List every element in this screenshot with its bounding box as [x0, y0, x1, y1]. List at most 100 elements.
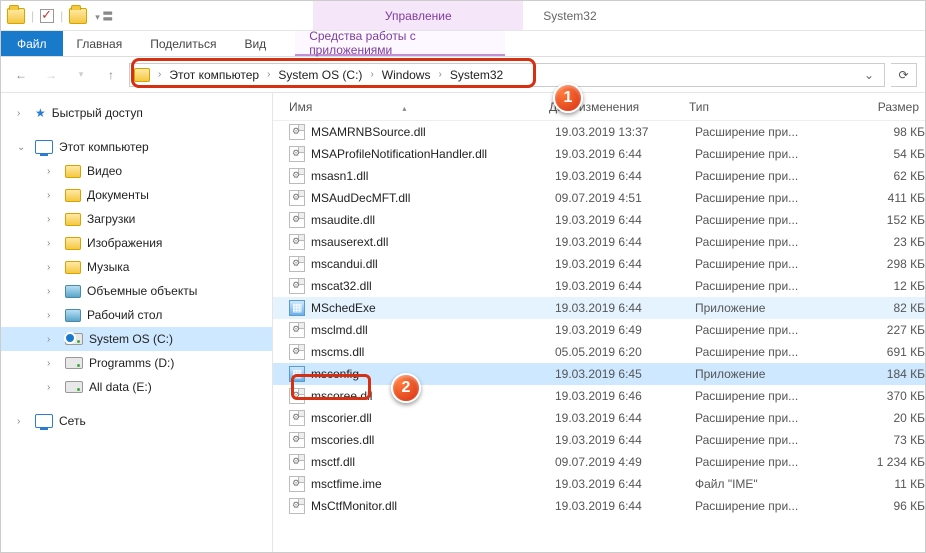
chevron-right-icon[interactable]: ›	[47, 166, 59, 177]
file-date: 19.03.2019 6:49	[555, 323, 695, 337]
tree-drive-d[interactable]: ›Programms (D:)	[1, 351, 272, 375]
file-row[interactable]: msconfig19.03.2019 6:45Приложение184 КБ	[273, 363, 925, 385]
chevron-right-icon[interactable]: ›	[47, 358, 59, 369]
tree-pictures[interactable]: › Изображения	[1, 231, 272, 255]
refresh-button[interactable]: ⟳	[891, 63, 917, 87]
tree-3d-objects[interactable]: ›Объемные объекты	[1, 279, 272, 303]
file-row[interactable]: msctfime.ime19.03.2019 6:44Файл "IME"11 …	[273, 473, 925, 495]
tree-label: Документы	[87, 188, 149, 202]
folder-icon[interactable]	[7, 8, 25, 24]
file-icon	[289, 300, 305, 316]
file-row[interactable]: mscories.dll19.03.2019 6:44Расширение пр…	[273, 429, 925, 451]
chevron-right-icon[interactable]: ›	[47, 310, 59, 321]
chevron-right-icon[interactable]: ›	[436, 69, 443, 80]
chevron-down-icon[interactable]: ⌄	[17, 142, 29, 153]
file-icon	[289, 454, 305, 470]
file-date: 19.03.2019 6:44	[555, 301, 695, 315]
file-size: 1 234 КБ	[845, 455, 925, 469]
drive-icon	[65, 381, 83, 393]
chevron-right-icon[interactable]: ›	[47, 262, 59, 273]
chevron-right-icon[interactable]: ›	[368, 69, 375, 80]
file-name: mscories.dll	[311, 433, 555, 447]
tree-network[interactable]: › Сеть	[1, 409, 272, 433]
folder-icon	[65, 261, 81, 274]
tree-desktop[interactable]: ›Рабочий стол	[1, 303, 272, 327]
chevron-right-icon[interactable]: ›	[17, 416, 29, 427]
chevron-right-icon[interactable]: ›	[265, 69, 272, 80]
chevron-right-icon[interactable]: ›	[156, 69, 163, 80]
file-icon	[289, 212, 305, 228]
file-row[interactable]: MSAMRNBSource.dll19.03.2019 13:37Расшире…	[273, 121, 925, 143]
address-bar[interactable]: › Этот компьютер › System OS (C:) › Wind…	[129, 63, 885, 87]
column-name[interactable]: Имя▴	[289, 100, 549, 114]
file-icon	[289, 410, 305, 426]
file-date: 19.03.2019 13:37	[555, 125, 695, 139]
tree-label: Изображения	[87, 236, 162, 250]
chevron-right-icon[interactable]: ›	[47, 238, 59, 249]
file-date: 19.03.2019 6:44	[555, 499, 695, 513]
folder-icon[interactable]	[69, 8, 87, 24]
up-button[interactable]: ↑	[99, 63, 123, 87]
properties-icon[interactable]	[40, 9, 54, 23]
file-row[interactable]: mscoree.dll19.03.2019 6:46Расширение при…	[273, 385, 925, 407]
tree-downloads[interactable]: ›Загрузки	[1, 207, 272, 231]
file-row[interactable]: mscat32.dll19.03.2019 6:44Расширение при…	[273, 275, 925, 297]
qat-dropdown-icon[interactable]: ▾ 〓	[91, 8, 117, 24]
file-row[interactable]: MSchedExe19.03.2019 6:44Приложение82 КБ	[273, 297, 925, 319]
pc-icon	[35, 140, 53, 154]
file-icon	[289, 388, 305, 404]
breadcrumb-item[interactable]: Windows	[378, 68, 435, 82]
file-date: 19.03.2019 6:44	[555, 147, 695, 161]
tree-music[interactable]: ›Музыка	[1, 255, 272, 279]
file-row[interactable]: MSAProfileNotificationHandler.dll19.03.2…	[273, 143, 925, 165]
chevron-right-icon[interactable]: ›	[47, 334, 59, 345]
column-size[interactable]: Размер	[839, 100, 919, 114]
main-area: › ★ Быстрый доступ ⌄ Этот компьютер ›Вид…	[1, 93, 925, 552]
folder-icon	[65, 309, 81, 322]
tree-quick-access[interactable]: › ★ Быстрый доступ	[1, 101, 272, 125]
chevron-right-icon[interactable]: ›	[47, 286, 59, 297]
file-tab[interactable]: Файл	[1, 31, 63, 56]
tree-label: Сеть	[59, 414, 86, 428]
chevron-right-icon[interactable]: ›	[17, 108, 29, 119]
file-row[interactable]: mscms.dll05.05.2019 6:20Расширение при..…	[273, 341, 925, 363]
tree-video[interactable]: ›Видео	[1, 159, 272, 183]
file-row[interactable]: MSAudDecMFT.dll09.07.2019 4:51Расширение…	[273, 187, 925, 209]
address-dropdown-icon[interactable]: ⌄	[858, 68, 880, 82]
file-size: 12 КБ	[845, 279, 925, 293]
share-tab[interactable]: Поделиться	[136, 31, 230, 56]
navigation-bar: ← → ▾ ↑ › Этот компьютер › System OS (C:…	[1, 57, 925, 93]
file-size: 227 КБ	[845, 323, 925, 337]
chevron-right-icon[interactable]: ›	[47, 382, 59, 393]
app-tools-tab[interactable]: Средства работы с приложениями	[295, 31, 505, 56]
breadcrumb-item[interactable]: System OS (C:)	[274, 68, 366, 82]
tree-drive-c[interactable]: ›System OS (C:)	[1, 327, 272, 351]
file-icon	[289, 146, 305, 162]
file-row[interactable]: msclmd.dll19.03.2019 6:49Расширение при.…	[273, 319, 925, 341]
file-row[interactable]: msaudite.dll19.03.2019 6:44Расширение пр…	[273, 209, 925, 231]
tree-this-pc[interactable]: ⌄ Этот компьютер	[1, 135, 272, 159]
file-row[interactable]: MsCtfMonitor.dll19.03.2019 6:44Расширени…	[273, 495, 925, 517]
column-type[interactable]: Тип	[689, 100, 839, 114]
breadcrumb-item[interactable]: System32	[446, 68, 507, 82]
file-type: Приложение	[695, 301, 845, 315]
recent-dropdown[interactable]: ▾	[69, 63, 93, 87]
file-type: Расширение при...	[695, 191, 845, 205]
file-row[interactable]: msasn1.dll19.03.2019 6:44Расширение при.…	[273, 165, 925, 187]
tree-documents[interactable]: › Документы	[1, 183, 272, 207]
back-button[interactable]: ←	[9, 63, 33, 87]
breadcrumb-item[interactable]: Этот компьютер	[165, 68, 263, 82]
chevron-right-icon[interactable]: ›	[47, 214, 59, 225]
file-icon	[289, 124, 305, 140]
chevron-right-icon[interactable]: ›	[47, 190, 59, 201]
file-row[interactable]: mscandui.dll19.03.2019 6:44Расширение пр…	[273, 253, 925, 275]
home-tab[interactable]: Главная	[63, 31, 137, 56]
file-row[interactable]: mscorier.dll19.03.2019 6:44Расширение пр…	[273, 407, 925, 429]
file-row[interactable]: msauserext.dll19.03.2019 6:44Расширение …	[273, 231, 925, 253]
forward-button[interactable]: →	[39, 63, 63, 87]
tree-drive-e[interactable]: ›All data (E:)	[1, 375, 272, 399]
view-tab[interactable]: Вид	[230, 31, 280, 56]
file-row[interactable]: msctf.dll09.07.2019 4:49Расширение при..…	[273, 451, 925, 473]
file-size: 298 КБ	[845, 257, 925, 271]
contextual-tab-header: Управление	[313, 1, 523, 30]
